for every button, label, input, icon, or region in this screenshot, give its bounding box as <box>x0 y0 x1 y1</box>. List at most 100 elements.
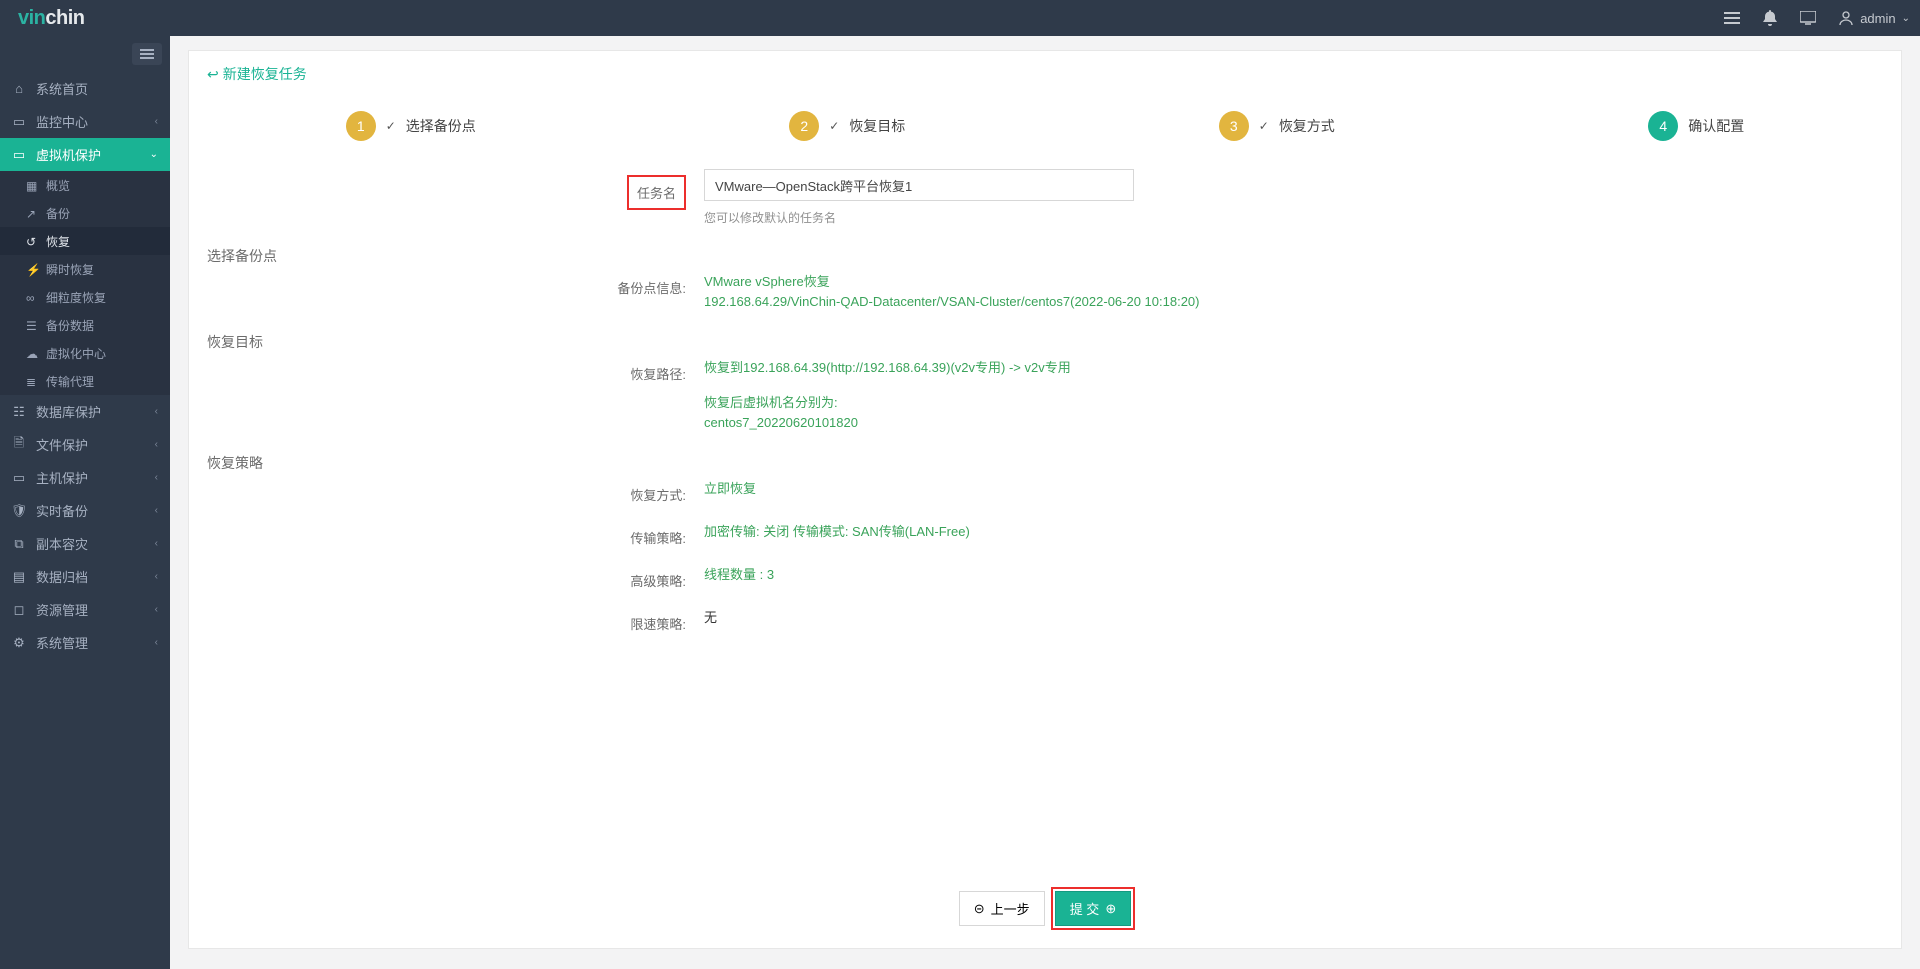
brand-part-b: chin <box>45 7 84 30</box>
prev-button[interactable]: ⊝ 上一步 <box>959 891 1045 926</box>
sidebar-sub-label: 虚拟化中心 <box>46 345 106 362</box>
row-transfer-policy: 传输策略: 加密传输: 关闭 传输模式: SAN传输(LAN-Free) <box>189 522 1901 547</box>
submit-button-label: 提 交 <box>1070 899 1100 918</box>
server-icon: ≣ <box>26 375 38 387</box>
hamburger-icon <box>140 49 154 59</box>
step-label: 确认配置 <box>1688 116 1744 136</box>
advanced-policy-label: 高级策略: <box>189 565 704 590</box>
sidebar-item-label: 实时备份 <box>36 501 155 520</box>
sidebar-sub-backup[interactable]: ↗ 备份 <box>0 199 170 227</box>
restore-path-value: 恢复到192.168.64.39(http://192.168.64.39)(v… <box>704 358 1071 378</box>
chevron-left-icon: ‹ <box>155 116 158 127</box>
section-heading-backup-point: 选择备份点 <box>189 234 1901 272</box>
user-label: admin <box>1860 11 1895 26</box>
disk-icon: ☰ <box>26 319 38 331</box>
row-backup-point-info: 备份点信息: VMware vSphere恢复 192.168.64.29/Vi… <box>189 272 1901 312</box>
restore-path-label: 恢复路径: <box>189 358 704 383</box>
sidebar-item-db-protect[interactable]: ☷ 数据库保护 ‹ <box>0 395 170 428</box>
sidebar-sub-transfer-agent[interactable]: ≣ 传输代理 <box>0 367 170 395</box>
sidebar-sub-instant-restore[interactable]: ⚡ 瞬时恢复 <box>0 255 170 283</box>
sidebar-item-replica-dr[interactable]: ⧉ 副本容灾 ‹ <box>0 527 170 560</box>
chevron-left-icon: ‹ <box>155 637 158 648</box>
task-name-label-wrap: 任务名 <box>189 169 704 210</box>
sidebar-sub-label: 备份 <box>46 205 70 222</box>
panel-footer: ⊝ 上一步 提 交 ⊕ <box>189 876 1901 948</box>
sidebar-item-resource-mgmt[interactable]: ◻ 资源管理 ‹ <box>0 593 170 626</box>
sidebar-sub-label: 细粒度恢复 <box>46 289 106 306</box>
sidebar-item-data-archive[interactable]: ▤ 数据归档 ‹ <box>0 560 170 593</box>
chevron-left-icon: ‹ <box>155 439 158 450</box>
arrow-right-circle-icon: ⊕ <box>1105 901 1116 917</box>
check-icon: ✓ <box>829 119 839 133</box>
backup-point-info-value: VMware vSphere恢复 192.168.64.29/VinChin-Q… <box>704 272 1200 312</box>
step-2: 2 ✓ 恢复目标 <box>789 111 905 141</box>
bell-icon[interactable] <box>1762 10 1778 26</box>
row-restore-mode: 恢复方式: 立即恢复 <box>189 479 1901 504</box>
content: ↩ 新建恢复任务 1 ✓ 选择备份点 2 ✓ 恢复目标 3 ✓ 恢复方式 4 <box>170 36 1920 969</box>
submit-button[interactable]: 提 交 ⊕ <box>1055 891 1132 926</box>
step-circle: 3 <box>1219 111 1249 141</box>
sidebar-item-host-protect[interactable]: ▭ 主机保护 ‹ <box>0 461 170 494</box>
sidebar-sub-backup-data[interactable]: ☰ 备份数据 <box>0 311 170 339</box>
step-circle: 2 <box>789 111 819 141</box>
transfer-policy-label: 传输策略: <box>189 522 704 547</box>
cloud-icon: ☁ <box>26 347 38 359</box>
task-name-hint: 您可以修改默认的任务名 <box>704 209 1134 226</box>
sidebar-sub-virtualization-center[interactable]: ☁ 虚拟化中心 <box>0 339 170 367</box>
share-icon: ↗ <box>26 207 38 219</box>
row-advanced-policy: 高级策略: 线程数量 : 3 <box>189 565 1901 590</box>
chevron-down-icon: ⌄ <box>150 149 158 160</box>
chevron-left-icon: ‹ <box>155 406 158 417</box>
vm-icon: ▭ <box>12 148 26 162</box>
sidebar-sub-overview[interactable]: ▦ 概览 <box>0 171 170 199</box>
advanced-policy-value: 线程数量 : 3 <box>704 565 774 585</box>
form-area: 任务名 您可以修改默认的任务名 选择备份点 备份点信息: VMware vSph… <box>189 169 1901 876</box>
wizard-steps: 1 ✓ 选择备份点 2 ✓ 恢复目标 3 ✓ 恢复方式 4 确认配置 <box>189 97 1901 169</box>
user-menu[interactable]: admin ⌄ <box>1838 10 1910 26</box>
sidebar-item-home[interactable]: ⌂ 系统首页 <box>0 72 170 105</box>
chevron-left-icon: ‹ <box>155 505 158 516</box>
step-3: 3 ✓ 恢复方式 <box>1219 111 1335 141</box>
sidebar-item-file-protect[interactable]: 🗎 文件保护 ‹ <box>0 428 170 461</box>
monitor-icon: ▭ <box>12 115 26 129</box>
link-icon: ∞ <box>26 291 38 303</box>
file-icon: 🗎 <box>12 438 26 452</box>
sidebar-collapse-button[interactable] <box>132 43 162 65</box>
chevron-down-icon: ⌄ <box>1902 13 1910 24</box>
home-icon: ⌂ <box>12 82 26 96</box>
sidebar-item-system-mgmt[interactable]: ⚙ 系统管理 ‹ <box>0 626 170 659</box>
topbar-right: admin ⌄ <box>1724 10 1910 26</box>
task-name-label: 任务名 <box>627 175 686 210</box>
arrow-left-circle-icon: ⊝ <box>974 901 985 917</box>
section-heading-policy: 恢复策略 <box>189 441 1901 479</box>
sidebar: ⌂ 系统首页 ▭ 监控中心 ‹ ▭ 虚拟机保护 ⌄ ▦ 概览 ↗ 备份 ↺ 恢复… <box>0 36 170 969</box>
sidebar-item-monitor[interactable]: ▭ 监控中心 ‹ <box>0 105 170 138</box>
sidebar-sub-granular-restore[interactable]: ∞ 细粒度恢复 <box>0 283 170 311</box>
screen-icon[interactable] <box>1800 10 1816 26</box>
sidebar-sub-label: 概览 <box>46 177 70 194</box>
check-icon: ✓ <box>386 119 396 133</box>
sidebar-sub-label: 恢复 <box>46 233 70 250</box>
sidebar-item-label: 副本容灾 <box>36 534 155 553</box>
sidebar-collapse-row <box>0 36 170 72</box>
panel: ↩ 新建恢复任务 1 ✓ 选择备份点 2 ✓ 恢复目标 3 ✓ 恢复方式 4 <box>188 50 1902 949</box>
sidebar-sub-restore[interactable]: ↺ 恢复 <box>0 227 170 255</box>
cube-icon: ◻ <box>12 603 26 617</box>
task-name-input[interactable] <box>704 169 1134 201</box>
step-label: 选择备份点 <box>406 116 476 136</box>
sidebar-item-realtime-backup[interactable]: 🛡 实时备份 ‹ <box>0 494 170 527</box>
sidebar-item-label: 文件保护 <box>36 435 155 454</box>
sidebar-item-label: 系统首页 <box>36 79 158 98</box>
sidebar-item-label: 数据归档 <box>36 567 155 586</box>
restore-mode-label: 恢复方式: <box>189 479 704 504</box>
db-icon: ☷ <box>12 405 26 419</box>
list-icon[interactable] <box>1724 10 1740 26</box>
sidebar-item-label: 系统管理 <box>36 633 155 652</box>
backup-point-info-line2: 192.168.64.29/VinChin-QAD-Datacenter/VSA… <box>704 292 1200 312</box>
panel-title-text: 新建恢复任务 <box>223 64 307 84</box>
restore-vmname-caption: 恢复后虚拟机名分别为: <box>704 393 858 413</box>
sidebar-item-vm-protect[interactable]: ▭ 虚拟机保护 ⌄ <box>0 138 170 171</box>
row-restore-vmname: 恢复后虚拟机名分别为: centos7_20220620101820 <box>189 393 1901 433</box>
bolt-icon: ⚡ <box>26 263 38 275</box>
sidebar-item-label: 主机保护 <box>36 468 155 487</box>
